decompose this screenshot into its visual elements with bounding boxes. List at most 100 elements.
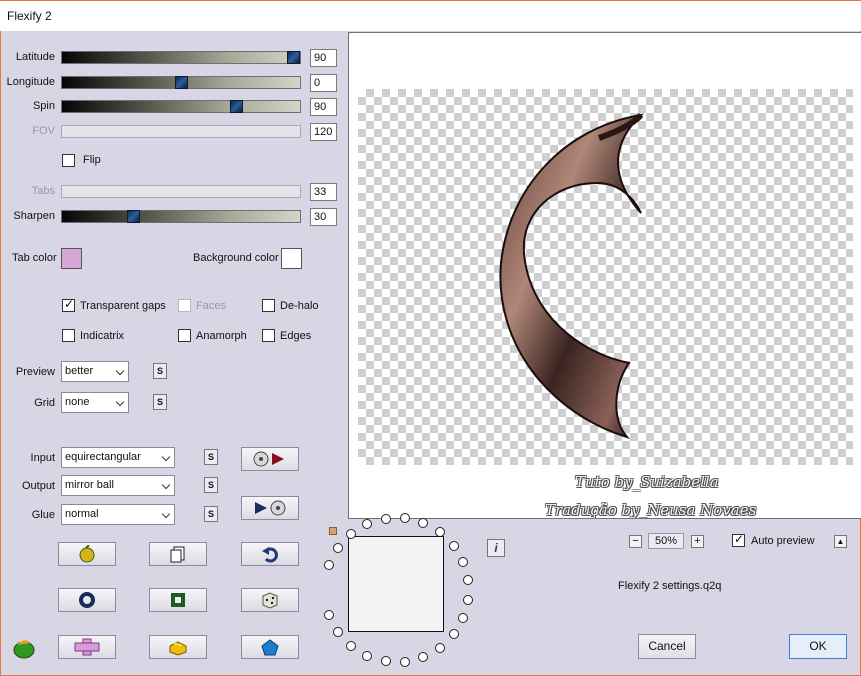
sharpen-value[interactable]: 30	[310, 208, 337, 226]
grid-select[interactable]: none	[61, 392, 129, 413]
rotation-dot[interactable]	[333, 626, 344, 637]
longitude-slider[interactable]	[61, 76, 301, 89]
input-label: Input	[30, 452, 55, 464]
zoom-out-button[interactable]: −	[629, 535, 642, 548]
indicatrix-label: Indicatrix	[80, 330, 125, 342]
rotation-dot[interactable]	[380, 656, 391, 667]
faces-label: Faces	[196, 300, 226, 312]
pentagon-icon	[261, 639, 279, 656]
preview-canvas[interactable]: Tuto by_Suizabella Tradução by_Neusa Nov…	[348, 32, 861, 519]
rotation-dot[interactable]	[399, 513, 410, 524]
output-s-button[interactable]: S	[204, 477, 218, 493]
latitude-value[interactable]: 90	[310, 49, 337, 67]
lego-button[interactable]	[149, 635, 207, 659]
longitude-value[interactable]: 0	[310, 74, 337, 92]
preview-select[interactable]: better	[61, 361, 129, 382]
flip-label: Flip	[83, 154, 101, 166]
output-select-value: mirror ball	[65, 479, 114, 491]
edges-checkbox[interactable]	[262, 329, 275, 342]
undo-icon	[262, 547, 278, 563]
glue-select-value: normal	[65, 508, 99, 520]
gem-button[interactable]	[241, 635, 299, 659]
rotation-dot[interactable]	[458, 612, 469, 623]
rotation-dot[interactable]	[333, 543, 344, 554]
rotation-dot[interactable]	[399, 656, 410, 667]
de-halo-checkbox[interactable]	[262, 299, 275, 312]
fov-value: 120	[310, 123, 337, 141]
rotation-handle[interactable]	[329, 527, 337, 535]
rotation-dot[interactable]	[346, 640, 357, 651]
collapse-button[interactable]: ▲	[834, 535, 847, 548]
apple-icon	[79, 545, 95, 563]
output-play-button[interactable]	[241, 496, 299, 520]
transparent-gaps-label: Transparent gaps	[80, 300, 166, 312]
rotation-dot[interactable]	[418, 517, 429, 528]
disc-play-icon	[253, 451, 284, 467]
copy-button[interactable]	[149, 542, 207, 566]
input-s-button[interactable]: S	[204, 449, 218, 465]
latitude-slider[interactable]	[61, 51, 301, 64]
ok-button[interactable]: OK	[789, 634, 847, 659]
longitude-slider-thumb[interactable]	[175, 76, 188, 89]
rotation-dot[interactable]	[362, 519, 373, 530]
dialog-body: Latitude 90 Longitude 0 Spin 90 FOV 120 …	[0, 31, 861, 676]
cancel-button[interactable]: Cancel	[638, 634, 696, 659]
rotation-dot[interactable]	[324, 609, 335, 620]
longitude-label: Longitude	[6, 76, 55, 88]
input-select[interactable]: equirectangular	[61, 447, 175, 468]
rotation-dot[interactable]	[463, 575, 474, 586]
undo-button[interactable]	[241, 542, 299, 566]
output-select[interactable]: mirror ball	[61, 475, 175, 496]
random-apple-button[interactable]	[58, 542, 116, 566]
add-button[interactable]	[58, 635, 116, 659]
flaming-pear-logo	[11, 637, 37, 662]
input-play-button[interactable]	[241, 447, 299, 471]
ring-button[interactable]	[58, 588, 116, 612]
frame-button[interactable]	[149, 588, 207, 612]
copy-icon	[170, 546, 185, 563]
background-color-swatch[interactable]	[281, 248, 302, 269]
background-color-label: Background color	[193, 252, 279, 264]
rotation-dot[interactable]	[448, 540, 459, 551]
spin-slider[interactable]	[61, 100, 301, 113]
glue-select[interactable]: normal	[61, 504, 175, 525]
tab-color-label: Tab color	[12, 252, 57, 264]
latitude-slider-thumb[interactable]	[286, 51, 300, 64]
dice-icon	[262, 592, 278, 609]
sharpen-slider-thumb[interactable]	[127, 210, 141, 223]
rotation-dot[interactable]	[418, 652, 429, 663]
rotation-dot[interactable]	[362, 650, 373, 661]
transparent-gaps-checkbox[interactable]: ✓	[62, 297, 75, 312]
randomize-button[interactable]	[241, 588, 299, 612]
sharpen-slider[interactable]	[61, 210, 301, 223]
zoom-in-button[interactable]: +	[691, 535, 704, 548]
grid-select-value: none	[65, 396, 90, 408]
output-label: Output	[21, 480, 55, 492]
preview-select-value: better	[65, 365, 94, 377]
auto-preview-checkbox[interactable]: ✓	[732, 532, 745, 547]
fov-label: FOV	[32, 125, 55, 137]
glue-s-button[interactable]: S	[204, 506, 218, 522]
rotation-dot[interactable]	[463, 594, 474, 605]
grid-s-button[interactable]: S	[153, 394, 167, 410]
flip-checkbox[interactable]	[62, 154, 75, 167]
info-button[interactable]: i	[487, 539, 505, 557]
spin-value[interactable]: 90	[310, 98, 337, 116]
window-title: Flexify 2	[7, 9, 52, 23]
orientation-thumbnail[interactable]	[348, 536, 444, 632]
anamorph-checkbox[interactable]	[178, 329, 191, 342]
rotation-dot[interactable]	[324, 560, 335, 571]
rotation-dot[interactable]	[380, 513, 391, 524]
rotation-dot[interactable]	[458, 557, 469, 568]
play-disc-icon	[255, 500, 286, 516]
frame-icon	[171, 593, 185, 607]
rotation-dot[interactable]	[448, 629, 459, 640]
indicatrix-checkbox[interactable]	[62, 329, 75, 342]
preview-s-button[interactable]: S	[153, 363, 167, 379]
tab-color-swatch[interactable]	[61, 248, 82, 269]
tabs-value: 33	[310, 183, 337, 201]
chevron-down-icon	[115, 366, 125, 376]
spin-slider-thumb[interactable]	[229, 100, 243, 113]
tabs-slider	[61, 185, 301, 198]
rotation-dot[interactable]	[434, 642, 445, 653]
